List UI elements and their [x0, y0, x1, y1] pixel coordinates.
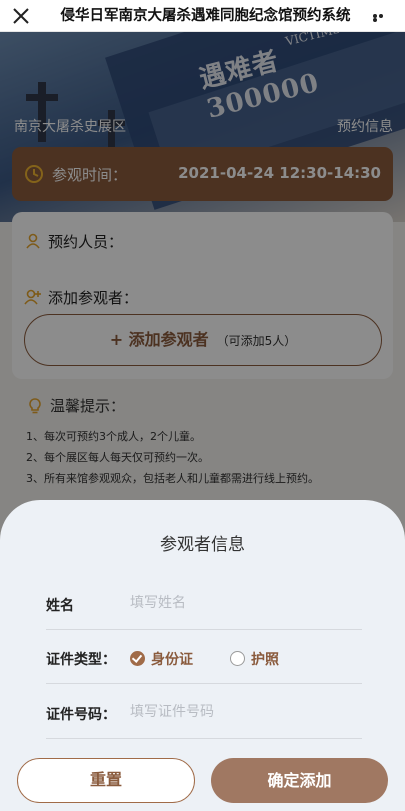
- confirm-add-button[interactable]: 确定添加: [211, 758, 388, 803]
- id-type-option-label: 护照: [251, 652, 279, 668]
- id-type-radio-idcard[interactable]: 身份证: [130, 649, 193, 669]
- name-field: 姓名: [46, 577, 362, 630]
- name-label: 姓名: [46, 598, 74, 614]
- id-type-option-label: 身份证: [151, 652, 193, 668]
- sheet-title: 参观者信息: [160, 535, 245, 555]
- radio-empty-icon: [230, 651, 245, 666]
- name-input[interactable]: [130, 590, 350, 616]
- page-title: 侵华日军南京大屠杀遇难同胞纪念馆预约系统: [60, 8, 351, 24]
- id-type-label: 证件类型：: [46, 652, 116, 668]
- checkmark-icon: [130, 651, 145, 666]
- visitor-info-sheet: 参观者信息 姓名 证件类型： 身份证 护照 证件号码： 重置 确定添加: [0, 500, 405, 811]
- id-number-input[interactable]: [130, 699, 350, 725]
- id-number-label: 证件号码：: [46, 707, 116, 723]
- id-number-field: 证件号码：: [46, 686, 362, 739]
- id-type-field: 证件类型： 身份证 护照: [46, 631, 362, 684]
- more-icon[interactable]: [373, 14, 389, 22]
- title-bar: 侵华日军南京大屠杀遇难同胞纪念馆预约系统: [0, 0, 405, 32]
- reset-button[interactable]: 重置: [17, 758, 195, 803]
- close-icon[interactable]: [10, 5, 32, 27]
- id-type-radio-passport[interactable]: 护照: [230, 649, 279, 669]
